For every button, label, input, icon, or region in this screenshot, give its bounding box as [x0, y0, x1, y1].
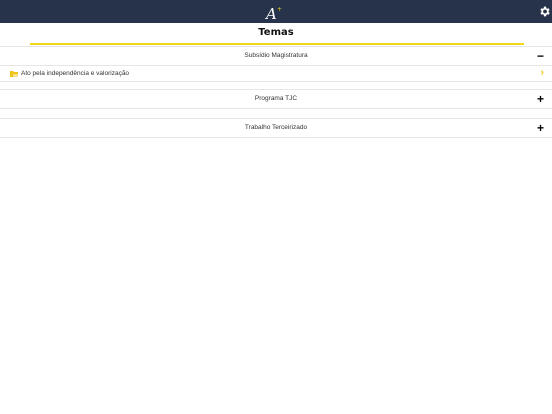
title-underline [30, 43, 524, 45]
section-trabalho-terceirizado[interactable]: Trabalho Terceirizado + [0, 118, 552, 138]
page-header: Temas [0, 23, 552, 45]
top-bar: A+ [0, 0, 552, 23]
list-item[interactable]: Ato pela independência e valorização › [0, 66, 552, 82]
folder-icon [10, 71, 18, 77]
list-item-label: Ato pela independência e valorização [21, 70, 130, 77]
expand-icon[interactable]: + [537, 121, 544, 135]
section-subsidio-magistratura[interactable]: Subsídio Magistratura − [0, 46, 552, 66]
gear-icon[interactable] [538, 5, 551, 18]
section-programa-tjc[interactable]: Programa TJC + [0, 89, 552, 109]
app-logo: A+ [266, 5, 282, 23]
page-title: Temas [258, 27, 294, 38]
chevron-right-icon[interactable]: › [541, 67, 544, 78]
section-label: Trabalho Terceirizado [244, 124, 308, 131]
expand-icon[interactable]: + [537, 92, 544, 106]
section-label: Programa TJC [254, 95, 298, 102]
section-label: Subsídio Magistratura [244, 52, 308, 59]
collapse-icon[interactable]: − [537, 49, 544, 63]
